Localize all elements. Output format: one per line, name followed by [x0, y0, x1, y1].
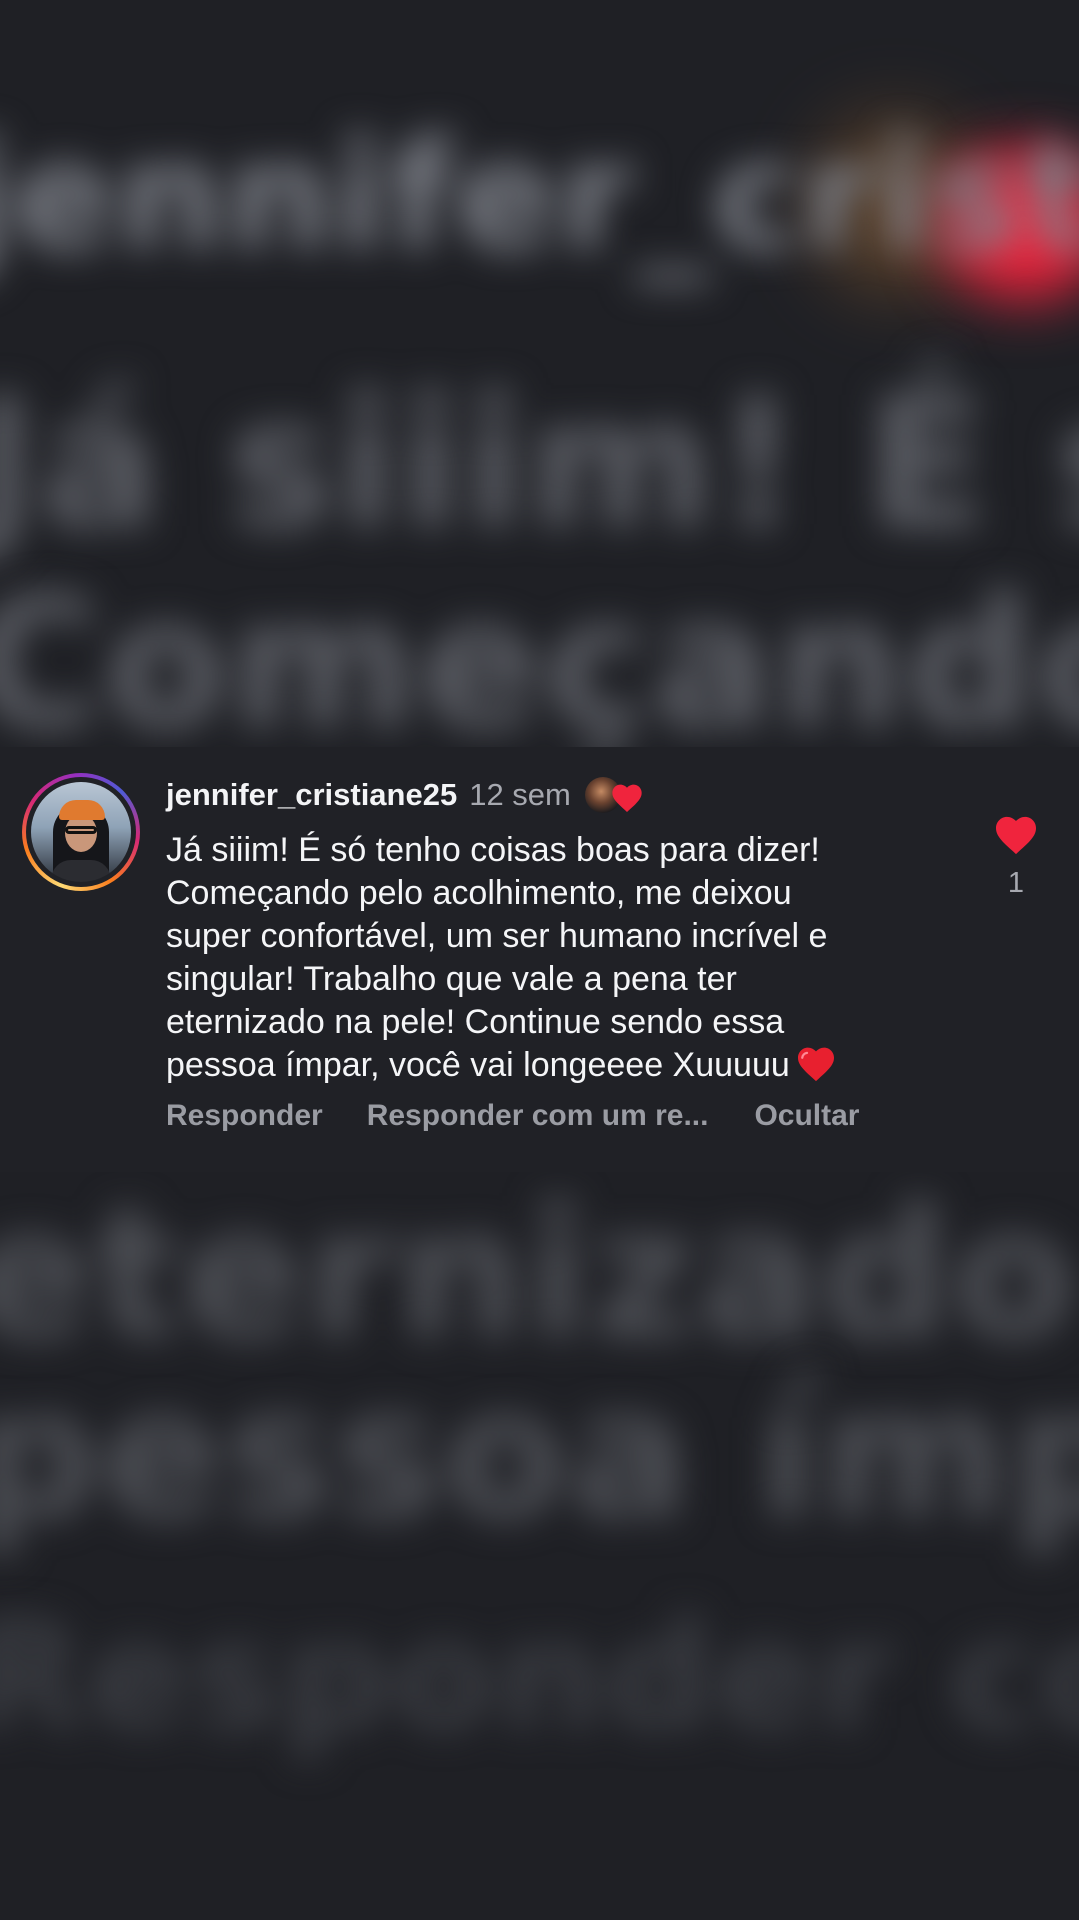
avatar-cap: [59, 800, 105, 820]
blurred-header-line: jennifer_cristiane25 12 sem: [0, 110, 1079, 284]
reply-button[interactable]: Responder: [166, 1099, 323, 1133]
comment-line: Começando pelo acolhimento, me deixou: [166, 874, 792, 912]
blurred-text-line: Já siiim! É só tenho coisas boas para di…: [0, 360, 1079, 569]
comment-line: singular! Trabalho que vale a pena ter: [166, 960, 737, 998]
hide-button[interactable]: Ocultar: [754, 1099, 859, 1133]
avatar-gap: [26, 777, 136, 887]
comment-actions: Responder Responder com um re... Ocultar: [166, 1099, 859, 1133]
heart-icon[interactable]: [994, 815, 1038, 855]
comment-line: pessoa ímpar, você vai longeeee Xuuuuu: [166, 1046, 790, 1084]
comment-line: super confortável, um ser humano incríve…: [166, 917, 828, 955]
comment-header: jennifer_cristiane25 12 sem: [166, 774, 647, 816]
avatar[interactable]: [31, 782, 131, 882]
timestamp: 12 sem: [469, 777, 571, 812]
like-count: 1: [1007, 867, 1025, 899]
story-ring[interactable]: [22, 773, 140, 891]
avatar-glasses: [65, 826, 97, 834]
reply-with-sticker-button[interactable]: Responder com um re...: [367, 1099, 709, 1133]
like-column: 1: [990, 815, 1042, 900]
username[interactable]: jennifer_cristiane25: [166, 777, 457, 813]
comment-text: Já siiim! É só tenho coisas boas para di…: [166, 829, 956, 1087]
heart-icon: [612, 784, 642, 812]
comment-line-last: pessoa ímpar, você vai longeeee Xuuuuu: [166, 1044, 956, 1087]
liked-by-creator-badge: [584, 775, 647, 815]
comment-line: Já siiim! É só tenho coisas boas para di…: [166, 831, 820, 869]
blurred-username: jennifer_cristiane25: [0, 110, 1079, 284]
blurred-actions-line: Responder com um re...: [0, 1590, 1079, 1764]
blurred-text-line: eternizado na pele! Continue sendo essa: [0, 1170, 1079, 1379]
comment-card: jennifer_cristiane25 12 sem Já siiim! É …: [0, 747, 1079, 1172]
red-heart-emoji-icon: [797, 1047, 834, 1082]
blurred-text-line: pessoa ímpar, você vai longeeee Xuuuuu: [0, 1350, 1079, 1559]
blurred-text-line: Começando pelo acolhimento, me deixou: [0, 560, 1079, 769]
avatar-shirt: [51, 860, 111, 882]
comment-line: eternizado na pele! Continue sendo essa: [166, 1003, 785, 1041]
